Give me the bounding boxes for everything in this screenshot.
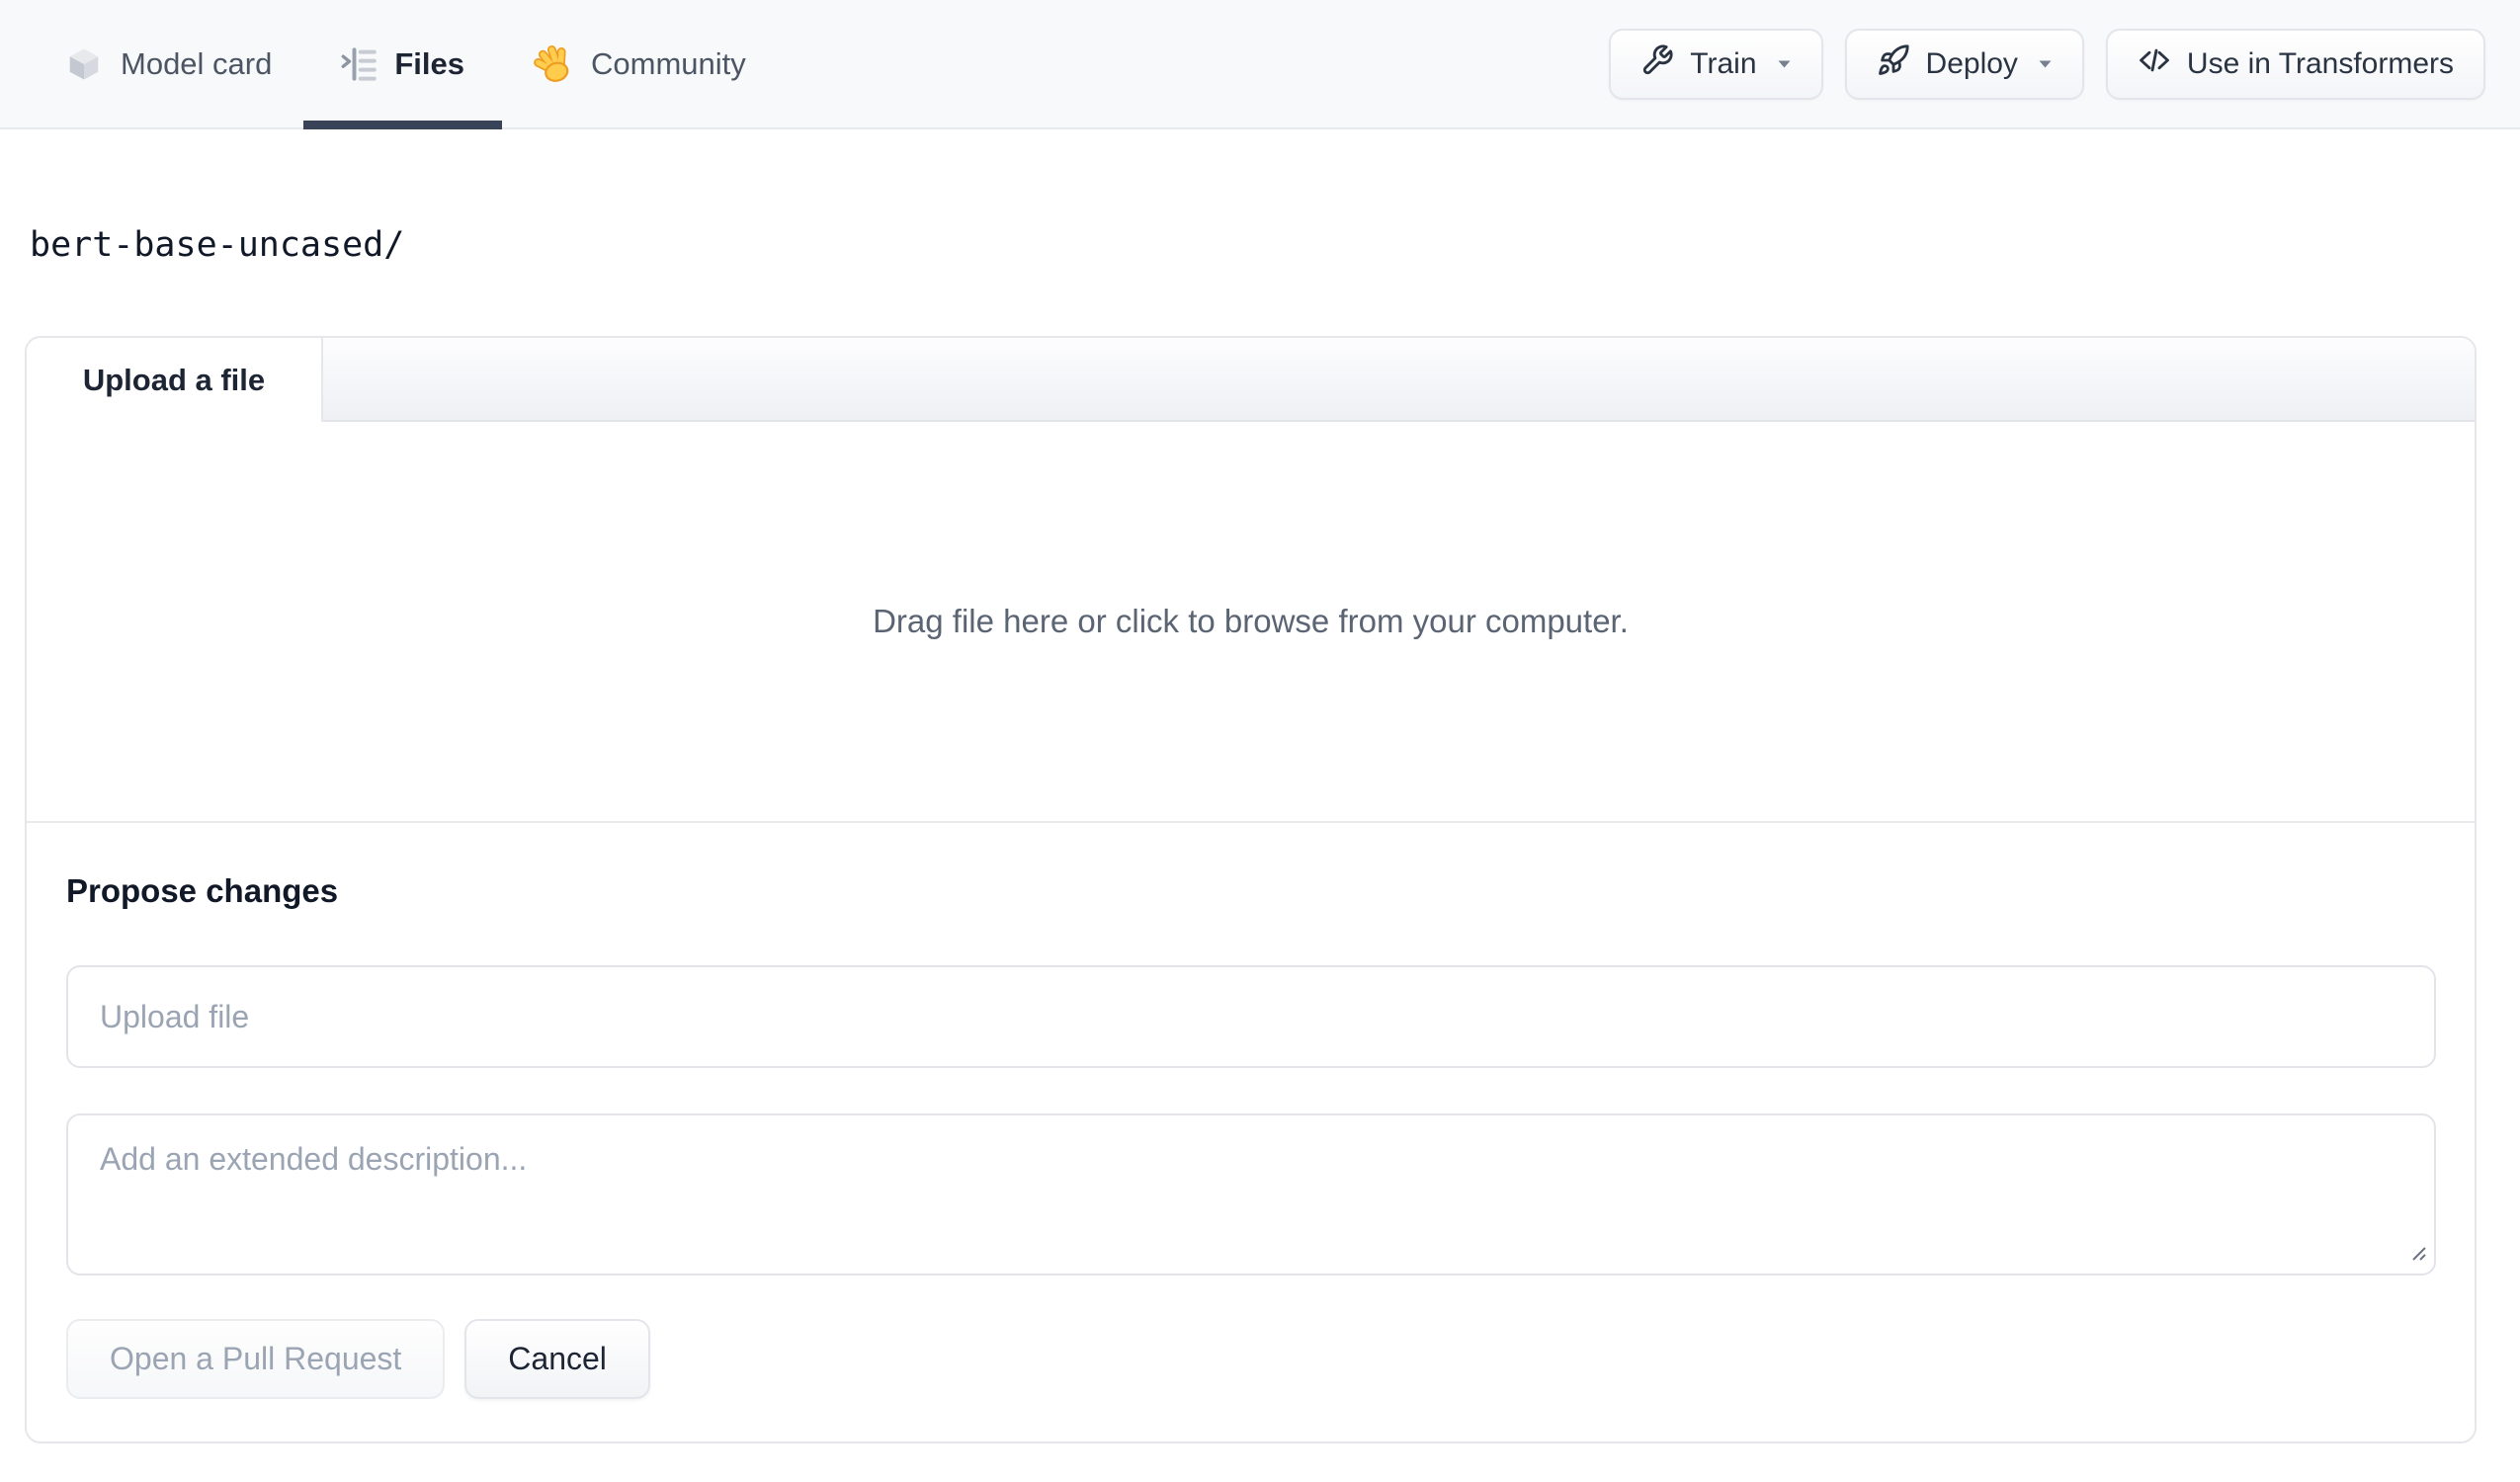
- tab-upload-a-file[interactable]: Upload a file: [27, 338, 323, 422]
- tab-model-card-label: Model card: [121, 45, 273, 81]
- dropzone-text: Drag file here or click to browse from y…: [873, 603, 1629, 639]
- repo-action-buttons: Train Deploy Use in Transformers: [1609, 28, 2485, 100]
- tab-model-card[interactable]: Model card: [65, 0, 272, 127]
- propose-changes-section: Propose changes Open a Pull Request Canc…: [27, 821, 2475, 1399]
- description-field-wrap: [66, 1113, 2436, 1276]
- tab-community[interactable]: Community: [534, 0, 746, 127]
- deploy-button[interactable]: Deploy: [1844, 28, 2084, 100]
- train-label: Train: [1690, 46, 1757, 80]
- deploy-label: Deploy: [1925, 46, 2018, 80]
- cancel-button[interactable]: Cancel: [464, 1319, 650, 1399]
- use-in-transformers-button[interactable]: Use in Transformers: [2105, 28, 2485, 100]
- tab-files-label: Files: [394, 45, 465, 81]
- upload-panel-tabs: Upload a file: [27, 338, 2475, 422]
- extended-description-textarea[interactable]: [66, 1113, 2436, 1276]
- rocket-icon: [1877, 43, 1910, 85]
- chevron-down-icon: [1777, 59, 1792, 69]
- repo-path: bert-base-uncased/: [30, 225, 405, 265]
- repo-tabs: Model card Files Community: [65, 0, 746, 129]
- tab-upload-a-file-label: Upload a file: [82, 362, 266, 397]
- top-navigation: Model card Files Community Train Deploy …: [0, 0, 2520, 129]
- upload-filename-input[interactable]: [66, 965, 2436, 1068]
- tab-community-label: Community: [591, 45, 746, 81]
- resize-handle-icon[interactable]: [2406, 1241, 2428, 1268]
- upload-panel: Upload a file Drag file here or click to…: [25, 336, 2477, 1443]
- file-dropzone[interactable]: Drag file here or click to browse from y…: [27, 422, 2475, 821]
- file-versions-icon: [341, 46, 378, 82]
- code-icon: [2138, 43, 2171, 85]
- wrench-icon: [1640, 43, 1674, 85]
- tab-files[interactable]: Files: [303, 0, 502, 129]
- waving-hand-icon: [534, 44, 573, 84]
- form-actions: Open a Pull Request Cancel: [66, 1319, 2435, 1399]
- cube-icon: [65, 45, 103, 83]
- tab-strip-filler: [323, 338, 2475, 422]
- use-in-transformers-label: Use in Transformers: [2186, 46, 2454, 80]
- open-pull-request-button[interactable]: Open a Pull Request: [66, 1319, 446, 1399]
- train-button[interactable]: Train: [1609, 28, 1823, 100]
- chevron-down-icon: [2038, 59, 2053, 69]
- propose-changes-heading: Propose changes: [66, 872, 339, 909]
